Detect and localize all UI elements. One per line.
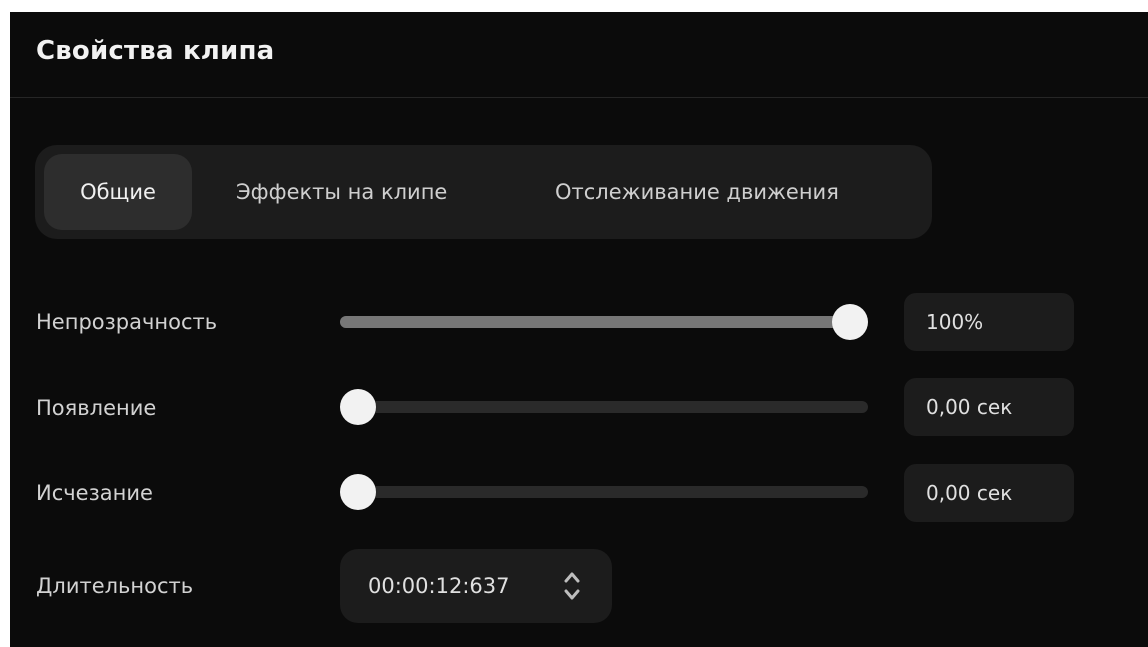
tab-general[interactable]: Общие bbox=[44, 154, 192, 230]
duration-label: Длительность bbox=[36, 574, 194, 598]
opacity-slider-thumb[interactable] bbox=[832, 304, 868, 340]
opacity-slider-fill bbox=[340, 316, 850, 328]
spinner-updown-icon[interactable] bbox=[562, 566, 582, 606]
fade-in-label: Появление bbox=[36, 396, 157, 420]
duration-value: 00:00:12:637 bbox=[368, 574, 510, 598]
fade-in-value-field[interactable]: 0,00 сек bbox=[904, 378, 1074, 436]
fade-out-value-field[interactable]: 0,00 сек bbox=[904, 464, 1074, 522]
opacity-label: Непрозрачность bbox=[36, 310, 218, 334]
tab-bar: Общие Эффекты на клипе Отслеживание движ… bbox=[35, 145, 932, 239]
fade-out-slider-thumb[interactable] bbox=[340, 474, 376, 510]
fade-in-slider[interactable] bbox=[340, 389, 868, 425]
tab-clip-effects[interactable]: Эффекты на клипе bbox=[215, 154, 505, 230]
opacity-value-field[interactable]: 100% bbox=[904, 293, 1074, 351]
clip-properties-panel: Свойства клипа Общие Эффекты на клипе От… bbox=[10, 12, 1148, 647]
opacity-slider[interactable] bbox=[340, 304, 868, 340]
panel-header: Свойства клипа bbox=[10, 12, 1148, 98]
fade-out-label: Исчезание bbox=[36, 481, 153, 505]
panel-title: Свойства клипа bbox=[36, 36, 275, 66]
fade-in-slider-thumb[interactable] bbox=[340, 389, 376, 425]
fade-out-slider[interactable] bbox=[340, 474, 868, 510]
tab-motion-tracking[interactable]: Отслеживание движения bbox=[541, 154, 911, 230]
duration-field[interactable]: 00:00:12:637 bbox=[340, 549, 612, 623]
